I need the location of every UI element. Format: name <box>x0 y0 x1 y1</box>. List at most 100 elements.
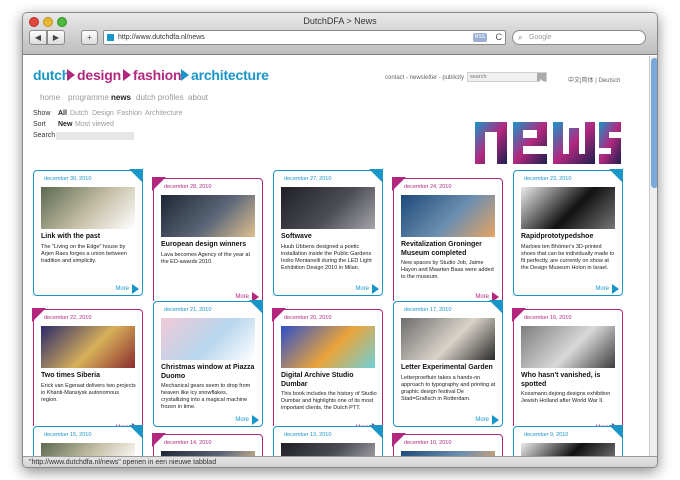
more-arrow-icon <box>372 284 379 294</box>
google-search-placeholder: Google <box>529 34 552 41</box>
card-image[interactable] <box>161 318 255 360</box>
more-link[interactable]: More <box>355 286 369 292</box>
back-button[interactable]: ◀ <box>29 30 47 45</box>
news-card[interactable]: december 24, 2010 Revitalization Groninge… <box>392 177 503 304</box>
news-search-input[interactable] <box>56 132 134 140</box>
google-search-field[interactable]: ⌕ Google <box>512 30 646 45</box>
more-link[interactable]: More <box>235 294 249 300</box>
arrow-icon <box>181 69 189 81</box>
more-link[interactable]: More <box>475 417 489 423</box>
more-link[interactable]: More <box>595 286 609 292</box>
news-card[interactable]: december 28, 2010 European design winners… <box>152 177 263 304</box>
reload-icon[interactable]: C <box>496 31 503 44</box>
language-links[interactable]: 中文|简体 | Deutsch <box>568 75 620 84</box>
more-link[interactable]: More <box>235 417 249 423</box>
card-summary: Huub Ubbens designed a poetic installati… <box>281 244 372 271</box>
card-corner-icon <box>249 300 263 314</box>
card-image[interactable] <box>281 187 375 229</box>
card-date: december 20, 2010 <box>284 315 332 321</box>
news-card[interactable]: december 21, 2010 Christmas window at Pia… <box>153 300 263 427</box>
news-card[interactable]: december 30, 2010 Link with the past The "… <box>33 169 143 296</box>
filter-design[interactable]: Design <box>92 110 114 117</box>
nav-dutch-profiles[interactable]: dutch profiles <box>136 93 184 102</box>
nav-programme[interactable]: programme <box>68 93 109 102</box>
section-architecture-link[interactable]: architecture <box>191 67 269 83</box>
page-content: dutch design fashion architecture contac… <box>23 56 649 456</box>
card-image[interactable] <box>281 443 375 456</box>
card-title[interactable]: Letter Experimental Garden <box>401 363 497 372</box>
card-image[interactable] <box>521 326 615 368</box>
card-title[interactable]: Who hasn't vanished, is spotted <box>521 371 617 389</box>
scrollbar-thumb[interactable] <box>651 58 657 188</box>
nav-home[interactable]: home <box>40 93 60 102</box>
news-card[interactable]: december 10, 2010 <box>392 433 503 456</box>
news-card[interactable]: december 13, 2010 <box>273 425 383 456</box>
nav-news[interactable]: news <box>111 93 131 102</box>
card-image[interactable] <box>41 187 135 229</box>
card-title[interactable]: Revitalization Groninger Museum complete… <box>401 240 497 258</box>
card-summary: Mechanical gears seem to drop from heave… <box>161 383 251 410</box>
card-corner-icon <box>609 169 623 183</box>
nav-about[interactable]: about <box>188 93 208 102</box>
site-search-input[interactable]: search <box>467 72 547 82</box>
forward-button[interactable]: ▶ <box>47 30 65 45</box>
card-title[interactable]: Link with the past <box>41 232 137 241</box>
card-image[interactable] <box>521 443 615 456</box>
search-submit-button[interactable] <box>537 73 546 85</box>
card-title[interactable]: Christmas window at Piazza Duomo <box>161 363 257 381</box>
card-summary: This book includes the history of Studio… <box>281 391 377 411</box>
arrow-icon <box>123 69 131 81</box>
card-image[interactable] <box>41 443 135 456</box>
top-links[interactable]: contact - newsletter - publicity <box>385 75 464 81</box>
card-title[interactable]: Two times Siberia <box>41 371 137 380</box>
rss-icon[interactable]: RSS <box>472 33 487 42</box>
magnifier-icon: ⌕ <box>518 33 523 42</box>
vertical-scrollbar[interactable] <box>649 56 657 456</box>
sort-new[interactable]: New <box>58 121 72 128</box>
card-date: december 14, 2010 <box>164 440 212 446</box>
news-card[interactable]: december 20, 2010 Digital Archive Studio … <box>272 308 383 435</box>
filter-architecture[interactable]: Architecture <box>145 110 182 117</box>
news-card[interactable]: december 16, 2010 Who hasn't vanished, is… <box>512 308 623 435</box>
more-link[interactable]: More <box>115 286 129 292</box>
card-date: december 17, 2010 <box>404 307 452 313</box>
section-design-link[interactable]: design <box>77 67 121 83</box>
card-date: december 22, 2010 <box>44 315 92 321</box>
card-date: december 9, 2010 <box>524 432 569 438</box>
news-card[interactable]: december 17, 2010 Letter Experimental Gar… <box>393 300 503 427</box>
search-label: Search <box>33 132 56 139</box>
news-card[interactable]: december 14, 2010 <box>152 433 263 456</box>
card-date: december 30, 2010 <box>44 176 92 182</box>
filter-dutch[interactable]: Dutch <box>70 110 88 117</box>
more-link[interactable]: More <box>475 294 489 300</box>
card-image[interactable] <box>41 326 135 368</box>
card-title[interactable]: Softwave <box>281 232 377 241</box>
card-title[interactable]: Digital Archive Studio Dumbar <box>281 371 377 389</box>
card-date: december 13, 2010 <box>284 432 332 438</box>
address-bar[interactable]: http://www.dutchdfa.nl/news RSS C <box>103 30 506 45</box>
card-corner-icon <box>369 169 383 183</box>
news-card[interactable]: december 15, 2010 <box>33 425 143 456</box>
card-date: december 27, 2010 <box>284 176 332 182</box>
news-card[interactable]: december 23, 2010 Rapidprototypedshoe Marl… <box>513 169 623 296</box>
sort-most-viewed[interactable]: Most viewed <box>75 121 114 128</box>
show-label: Show <box>33 110 51 117</box>
card-image[interactable] <box>281 326 375 368</box>
card-title[interactable]: Rapidprototypedshoe <box>521 232 617 241</box>
section-dutch-link[interactable]: dutch <box>33 67 70 83</box>
filter-all[interactable]: All <box>58 110 67 117</box>
news-card[interactable]: december 9, 2010 <box>513 425 623 456</box>
news-card[interactable]: december 22, 2010 Two times Siberia Erick … <box>32 308 143 435</box>
card-image[interactable] <box>401 318 495 360</box>
add-bookmark-button[interactable]: + <box>81 30 98 45</box>
section-fashion-link[interactable]: fashion <box>133 67 182 83</box>
news-card[interactable]: december 27, 2010 Softwave Huub Ubbens des… <box>273 169 383 296</box>
card-image[interactable] <box>521 187 615 229</box>
more-arrow-icon <box>492 415 499 425</box>
card-image[interactable] <box>401 195 495 237</box>
card-date: december 21, 2010 <box>164 307 212 313</box>
card-title[interactable]: European design winners <box>161 240 257 249</box>
card-image[interactable] <box>161 195 255 237</box>
favicon-icon <box>107 34 114 41</box>
filter-fashion[interactable]: Fashion <box>117 110 142 117</box>
